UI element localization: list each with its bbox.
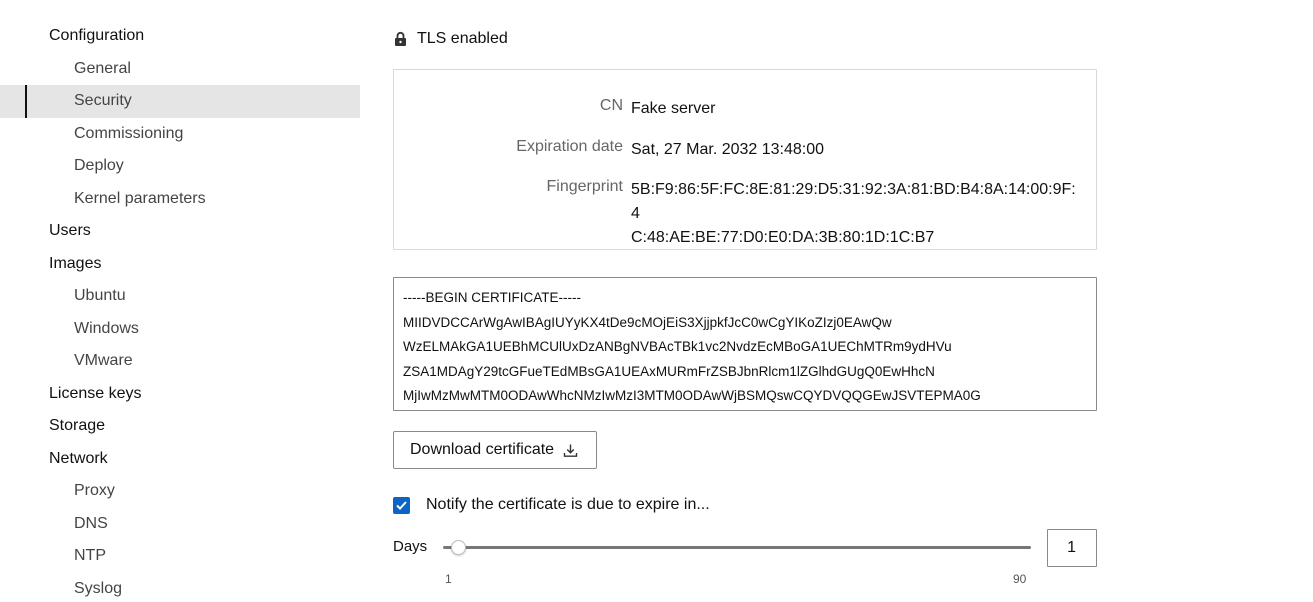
cert-fingerprint-row: Fingerprint 5B:F9:86:5F:FC:8E:81:29:D5:3… <box>394 178 1081 250</box>
days-slider-max-label: 90 <box>1013 572 1027 586</box>
certificate-pem-textarea[interactable]: -----BEGIN CERTIFICATE----- MIIDVDCCArWg… <box>393 277 1097 411</box>
sidebar-item-security[interactable]: Security <box>0 85 360 118</box>
notify-expiry-row: Notify the certificate is due to expire … <box>393 496 710 514</box>
sidebar-item-users[interactable]: Users <box>0 215 360 248</box>
cert-expiration-value: Sat, 27 Mar. 2032 13:48:00 <box>631 141 825 158</box>
sidebar-item-general[interactable]: General <box>0 53 360 86</box>
sidebar-item-images[interactable]: Images <box>0 248 360 281</box>
tls-status: TLS enabled <box>393 28 508 50</box>
days-label: Days <box>393 538 428 555</box>
cert-fingerprint-value: 5B:F9:86:5F:FC:8E:81:29:D5:31:92:3A:81:B… <box>631 178 1081 250</box>
sidebar-item-proxy[interactable]: Proxy <box>0 475 360 508</box>
days-slider-thumb[interactable] <box>451 540 466 555</box>
sidebar-item-network[interactable]: Network <box>0 443 360 476</box>
notify-expiry-checkbox[interactable] <box>393 496 410 514</box>
cert-fingerprint-line-1: 5B:F9:86:5F:FC:8E:81:29:D5:31:92:3A:81:B… <box>631 181 1076 222</box>
sidebar-item-configuration[interactable]: Configuration <box>0 20 360 53</box>
sidebar-item-storage[interactable]: Storage <box>0 410 360 443</box>
sidebar-item-license-keys[interactable]: License keys <box>0 378 360 411</box>
notify-expiry-label: Notify the certificate is due to expire … <box>426 496 710 513</box>
cert-cn-value: Fake server <box>631 100 716 117</box>
sidebar-item-ntp[interactable]: NTP <box>0 540 360 573</box>
sidebar-item-syslog[interactable]: Syslog <box>0 573 360 602</box>
certificate-details-card: CN Fake server Expiration date Sat, 27 M… <box>393 69 1097 250</box>
days-input[interactable] <box>1047 529 1097 567</box>
cert-fingerprint-line-2: C:48:AE:BE:77:D0:E0:DA:3B:80:1D:1C:B7 <box>631 229 935 246</box>
checkmark-icon <box>396 500 407 510</box>
download-certificate-button[interactable]: Download certificate <box>393 431 598 469</box>
cert-expiration-row: Expiration date Sat, 27 Mar. 2032 13:48:… <box>394 138 1081 162</box>
settings-sidebar: Configuration General Security Commissio… <box>0 20 360 602</box>
sidebar-item-deploy[interactable]: Deploy <box>0 150 360 183</box>
sidebar-item-ubuntu[interactable]: Ubuntu <box>0 280 360 313</box>
cert-cn-label: CN <box>599 97 623 114</box>
cert-cn-row: CN Fake server <box>394 97 1081 121</box>
days-slider-track <box>443 546 1031 549</box>
tls-status-label: TLS enabled <box>417 30 508 47</box>
lock-icon <box>395 31 406 46</box>
sidebar-item-vmware[interactable]: VMware <box>0 345 360 378</box>
days-slider-min-label: 1 <box>445 572 452 586</box>
download-icon <box>563 444 578 457</box>
sidebar-item-commissioning[interactable]: Commissioning <box>0 118 360 151</box>
cert-expiration-label: Expiration date <box>516 138 623 155</box>
download-certificate-label: Download certificate <box>410 441 555 458</box>
sidebar-item-kernel-parameters[interactable]: Kernel parameters <box>0 183 360 216</box>
sidebar-item-dns[interactable]: DNS <box>0 508 360 541</box>
sidebar-item-windows[interactable]: Windows <box>0 313 360 346</box>
cert-fingerprint-label: Fingerprint <box>546 178 623 195</box>
days-slider[interactable] <box>443 538 1031 558</box>
